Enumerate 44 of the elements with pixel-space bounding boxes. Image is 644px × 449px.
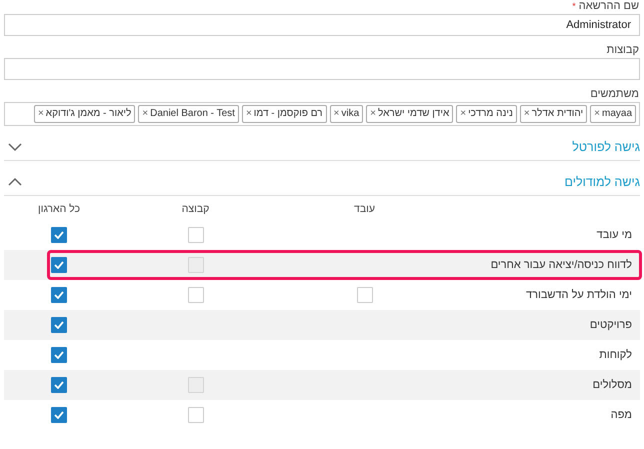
user-tag[interactable]: mayaa × — [590, 105, 636, 123]
user-tag[interactable]: אידן שדמי ישראל × — [366, 105, 454, 123]
checkbox[interactable] — [356, 287, 372, 303]
checkbox[interactable] — [51, 407, 67, 423]
user-tag[interactable]: נינה מרדכי × — [456, 105, 517, 123]
checkbox[interactable] — [51, 257, 67, 273]
module-name: מסלולים — [592, 379, 633, 391]
column-header: קבוצה — [182, 203, 210, 215]
check-icon — [54, 381, 64, 389]
check-icon — [54, 231, 64, 239]
check-icon — [54, 351, 64, 359]
input-field[interactable] — [4, 58, 640, 80]
user-tag[interactable]: רם פוקסמן - דמו × — [242, 105, 327, 123]
checkbox[interactable] — [51, 317, 67, 333]
module-name: מפה — [610, 409, 633, 421]
chevron-icon[interactable] — [8, 142, 22, 152]
module-name: פרויקטים — [588, 319, 633, 331]
module-name: לקוחות — [598, 349, 633, 361]
user-tag[interactable]: יהודית אדלר × — [520, 105, 588, 123]
chevron-icon[interactable] — [8, 177, 22, 187]
user-tag[interactable]: ליאור - מאמן ג'ודוקא × — [34, 105, 136, 123]
input-field[interactable]: Administrator — [4, 14, 640, 36]
user-tag[interactable]: Daniel Baron - Test × — [138, 105, 239, 123]
checkbox[interactable] — [51, 227, 67, 243]
column-header: עובד — [354, 203, 375, 215]
field-label: שם ההרשאה — [578, 0, 639, 12]
field-label: משתמשים — [590, 88, 639, 100]
user-tag[interactable]: vika × — [330, 105, 364, 123]
module-name: לדווח כניסה/יציאה עבור אחרים — [490, 259, 633, 271]
required-mark: * — [572, 1, 576, 11]
field-label: קבוצות — [606, 44, 639, 56]
check-icon — [54, 411, 64, 419]
checkbox[interactable] — [51, 287, 67, 303]
checkbox[interactable] — [188, 407, 204, 423]
check-icon — [54, 321, 64, 329]
module-name: ימי הולדת על הדשבורד — [525, 289, 633, 301]
checkbox[interactable] — [51, 377, 67, 393]
module-name: מי עובד — [596, 229, 633, 241]
check-icon — [54, 291, 64, 299]
column-header: כל הארגון — [38, 203, 80, 215]
checkbox[interactable] — [188, 227, 204, 243]
checkbox[interactable] — [188, 287, 204, 303]
check-icon — [54, 261, 64, 269]
checkbox[interactable] — [51, 347, 67, 363]
